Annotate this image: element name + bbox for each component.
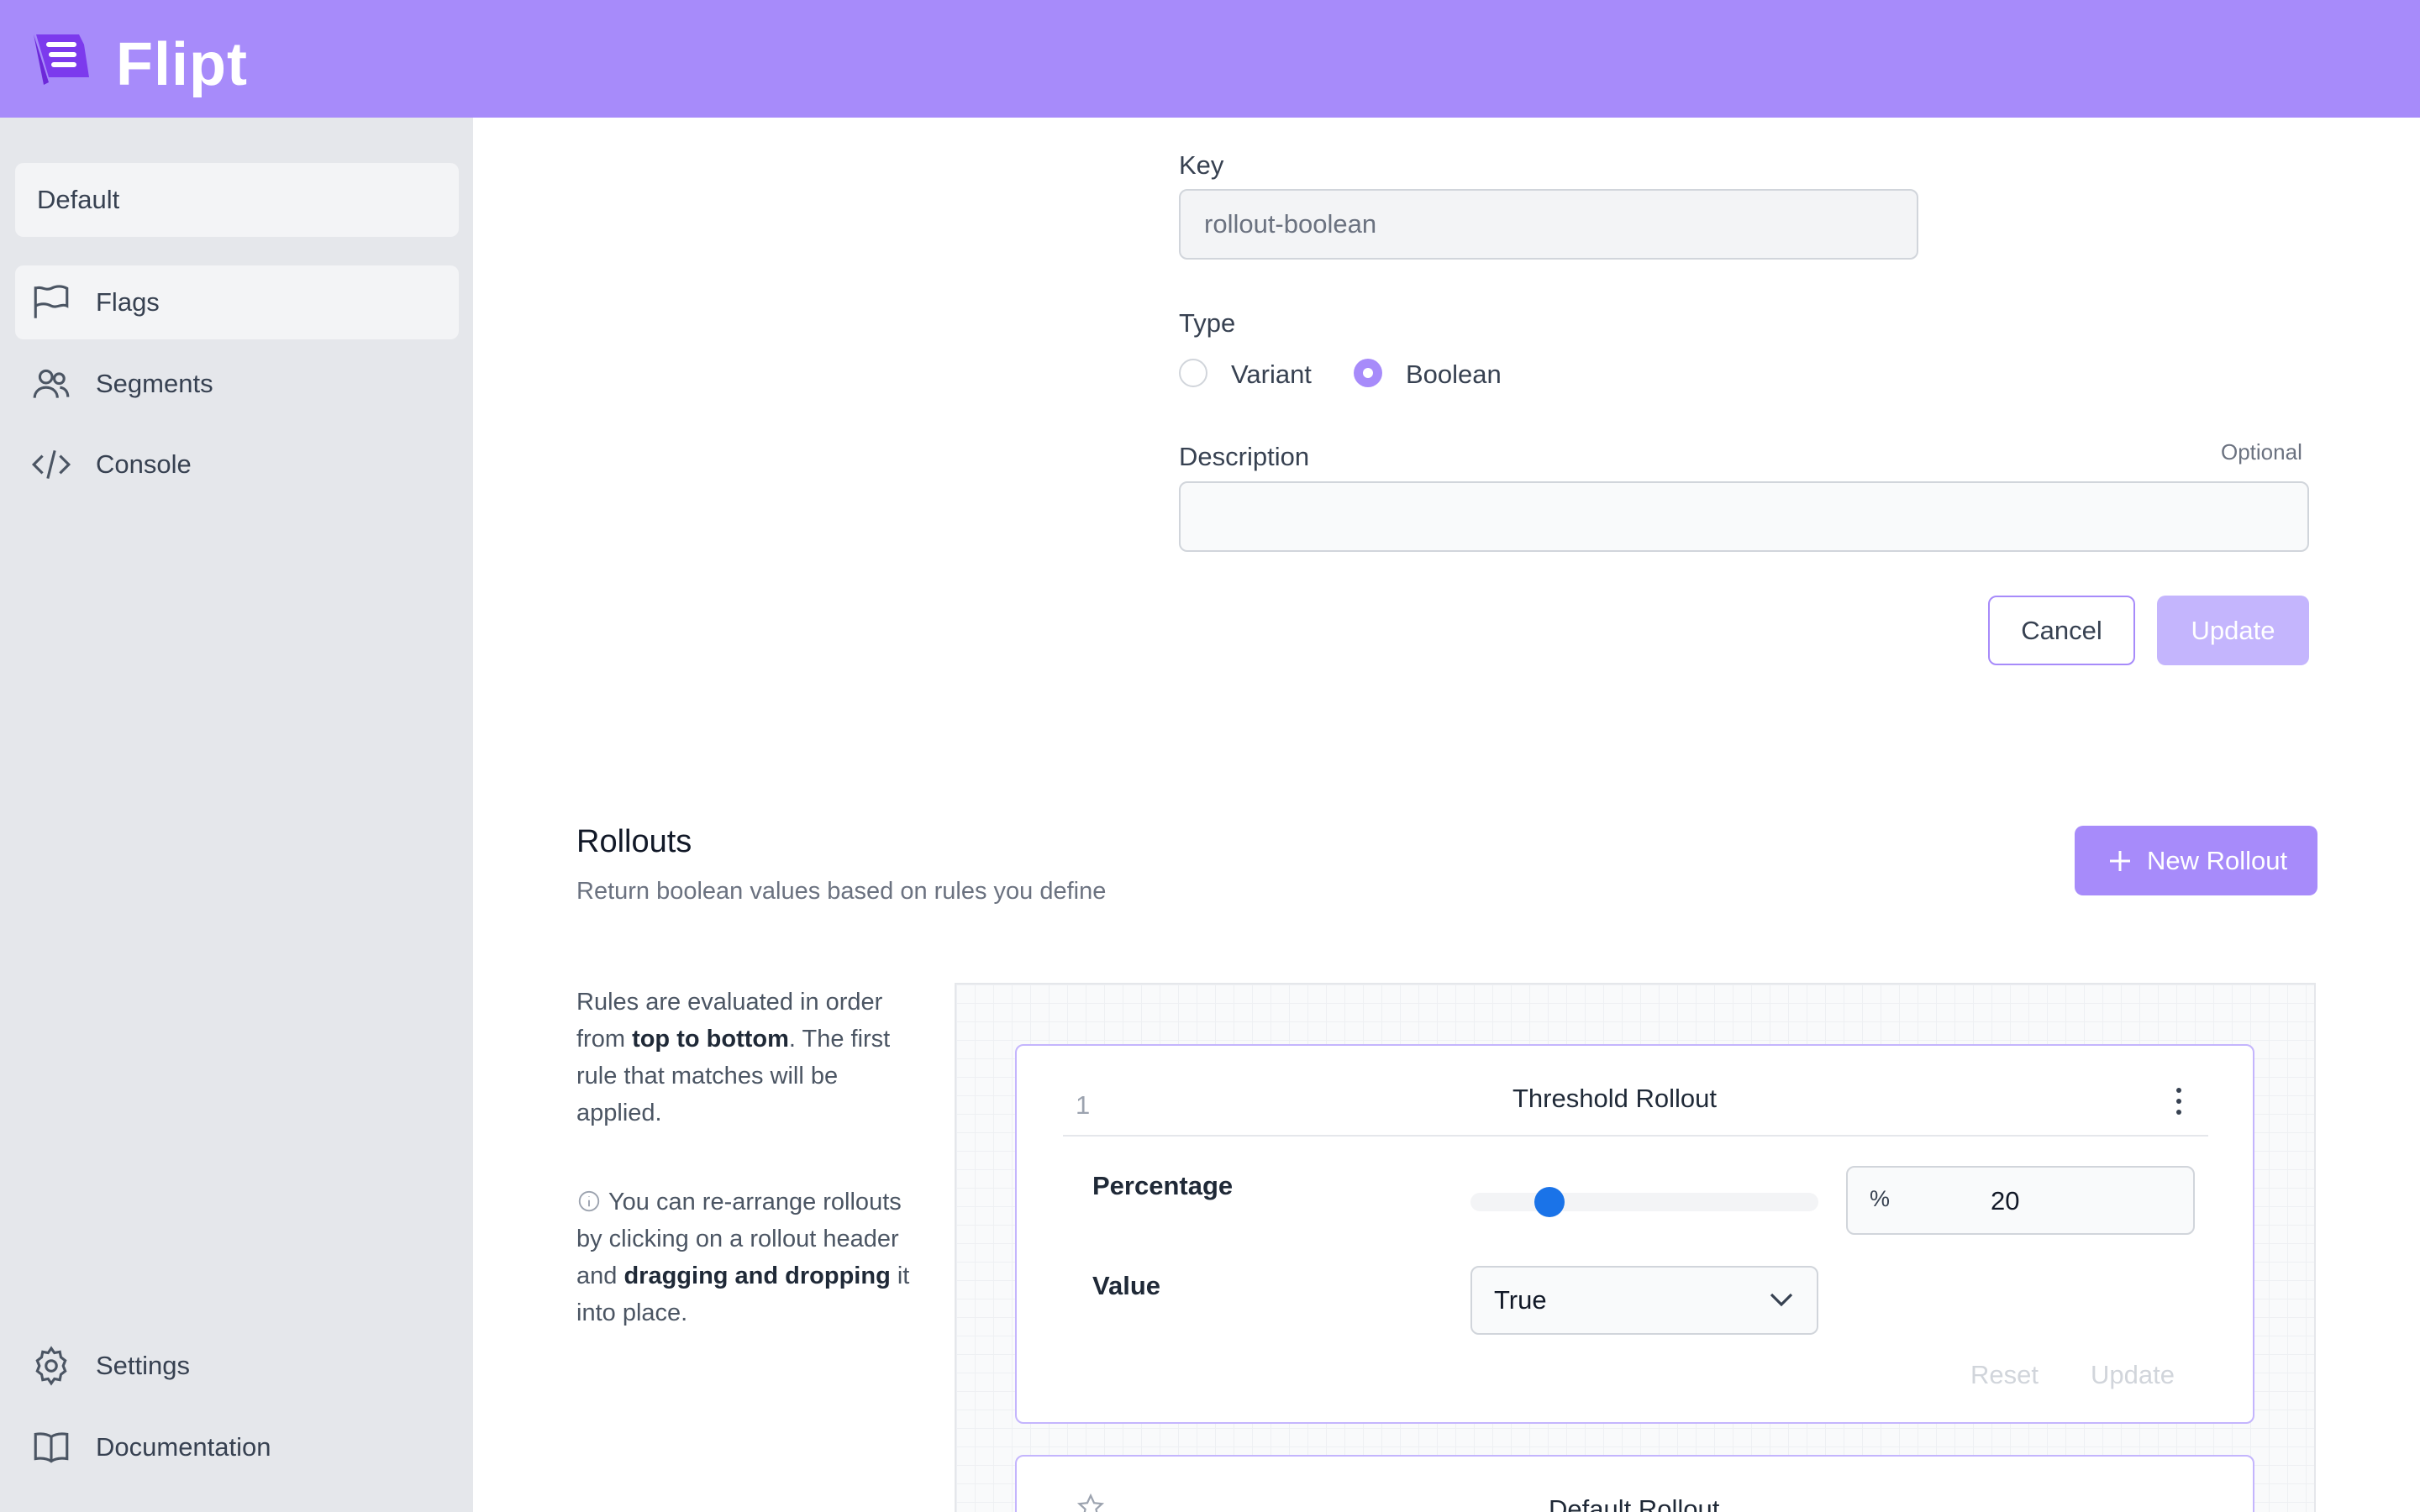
type-variant-label: Variant: [1231, 360, 1312, 389]
top-bar: Flipt: [0, 0, 2420, 118]
emphasis-drag-drop: dragging and dropping: [623, 1263, 891, 1289]
update-button[interactable]: Update: [2157, 596, 2309, 665]
rollouts-title: Rollouts: [576, 824, 692, 859]
type-boolean-label: Boolean: [1406, 360, 1502, 389]
key-label: Key: [1179, 150, 1224, 180]
star-icon: [1076, 1493, 1105, 1512]
brand-name: Flipt: [116, 31, 248, 98]
chevron-down-icon: [1770, 1293, 1793, 1307]
brand-logo[interactable]: Flipt: [29, 27, 248, 102]
users-icon: [33, 369, 70, 398]
percentage-input[interactable]: % 20: [1846, 1166, 2195, 1235]
code-icon: [31, 449, 71, 480]
rollout-card-default[interactable]: Default Rollout: [1015, 1455, 2254, 1512]
description-input[interactable]: [1179, 481, 2309, 552]
rollouts-subtitle: Return boolean values based on rules you…: [576, 878, 1107, 905]
value-select[interactable]: True: [1470, 1266, 1818, 1335]
flag-icon: [34, 285, 69, 318]
key-input[interactable]: rollout-boolean: [1179, 189, 1918, 260]
rollout-menu-icon[interactable]: [2174, 1088, 2184, 1121]
cancel-button[interactable]: Cancel: [1988, 596, 2135, 665]
namespace-selector[interactable]: Default: [15, 163, 459, 237]
info-icon: [578, 1190, 600, 1212]
sidebar-item-flags[interactable]: Flags: [15, 265, 459, 339]
sidebar-item-console[interactable]: Console: [15, 428, 459, 501]
percentage-slider-thumb[interactable]: [1534, 1187, 1565, 1217]
type-boolean-radio[interactable]: [1354, 359, 1382, 387]
percentage-label: Percentage: [1092, 1171, 1234, 1200]
percentage-slider[interactable]: [1470, 1193, 1818, 1211]
rollout-rank: 1: [1076, 1090, 1091, 1120]
rollout-title[interactable]: Threshold Rollout: [1512, 1084, 1717, 1114]
sidebar-item-settings[interactable]: Settings: [15, 1329, 459, 1403]
sidebar-item-documentation[interactable]: Documentation: [15, 1410, 459, 1484]
rollout-update-button[interactable]: Update: [2091, 1360, 2175, 1390]
flipt-logo-icon: [34, 34, 89, 85]
reset-button[interactable]: Reset: [1970, 1360, 2039, 1390]
value-label: Value: [1092, 1271, 1160, 1300]
sidebar-item-label: Segments: [96, 369, 213, 398]
percent-symbol: %: [1870, 1186, 1891, 1211]
type-variant-radio[interactable]: [1179, 359, 1207, 387]
sidebar-item-label: Settings: [96, 1351, 191, 1380]
rollout-title[interactable]: Default Rollout: [1549, 1494, 1719, 1512]
rollouts-help-reorder: You can re-arrange rollouts by clicking …: [576, 1189, 910, 1326]
value-select-current: True: [1494, 1285, 1547, 1315]
emphasis-top-to-bottom: top to bottom: [632, 1026, 789, 1053]
sidebar-item-label: Console: [96, 449, 192, 479]
rollout-card-threshold[interactable]: 1 Threshold Rollout Percentage % 20 Valu…: [1015, 1044, 2254, 1424]
divider: [1063, 1135, 2208, 1137]
sidebar-item-label: Documentation: [96, 1432, 271, 1462]
description-optional-hint: Optional: [2221, 439, 2302, 465]
sidebar-item-label: Flags: [96, 287, 160, 317]
percentage-value: 20: [1991, 1186, 2020, 1215]
plus-icon: [2109, 850, 2130, 871]
gear-icon: [35, 1346, 67, 1386]
new-rollout-label: New Rollout: [2146, 845, 2288, 875]
book-icon: [34, 1432, 69, 1463]
description-label: Description: [1179, 442, 1310, 471]
type-label: Type: [1179, 308, 1236, 338]
sidebar-item-segments[interactable]: Segments: [15, 347, 459, 421]
new-rollout-button[interactable]: New Rollout: [2075, 826, 2317, 895]
rollouts-help-order: Rules are evaluated in order from top to…: [576, 989, 891, 1126]
sidebar: Default Flags Segments Console Settings …: [0, 118, 473, 1512]
